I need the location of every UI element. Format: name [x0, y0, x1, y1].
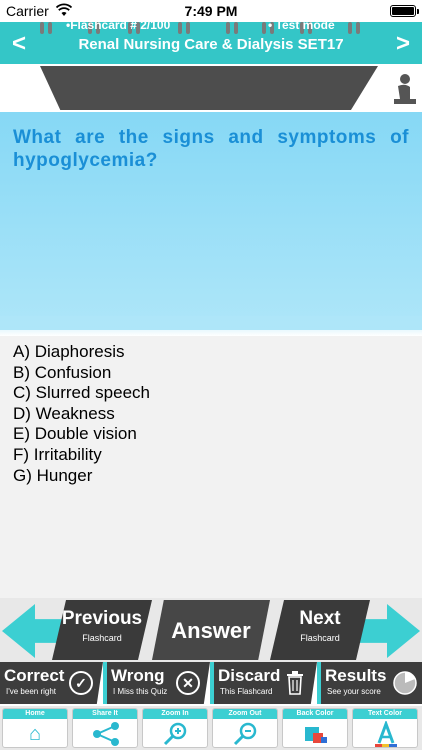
answer-panel: A) Diaphoresis B) Confusion C) Slurred s…	[0, 336, 422, 598]
pie-icon	[393, 671, 417, 695]
check-icon: ✓	[69, 671, 93, 695]
share-button[interactable]: Share It	[72, 708, 138, 748]
answer-option: F) Irritability	[13, 444, 102, 464]
share-icon	[93, 722, 119, 746]
home-button[interactable]: Home ⌂	[2, 708, 68, 748]
home-icon: ⌂	[28, 723, 42, 745]
wrong-sublabel: I Miss this Quiz	[113, 687, 168, 696]
text-color-button[interactable]: Text Color	[352, 708, 418, 748]
status-bar: Carrier 7:49 PM	[0, 0, 422, 22]
home-label: Home	[3, 709, 67, 719]
previous-set-button[interactable]: <	[4, 30, 34, 58]
text-color-icon	[375, 721, 397, 747]
back-color-button[interactable]: Back Color	[282, 708, 348, 748]
discard-sublabel: This Flashcard	[220, 687, 273, 696]
next-label: Next	[299, 608, 341, 629]
flashcard-counter: •Flashcard # 2/100	[66, 18, 171, 32]
question-panel: What are the signs and symptoms of hypog…	[0, 112, 422, 330]
previous-label: Previous	[61, 608, 143, 629]
person-icon[interactable]	[392, 72, 418, 106]
next-sublabel: Flashcard	[300, 633, 340, 643]
answer-option: A) Diaphoresis	[13, 342, 125, 361]
previous-sublabel: Flashcard	[82, 633, 122, 643]
mode-label: • Test mode	[268, 18, 335, 32]
zoom-out-icon	[233, 722, 257, 746]
correct-sublabel: I've been right	[6, 687, 57, 696]
answer-button[interactable]: Answer	[152, 600, 270, 660]
info-band	[40, 66, 378, 110]
divider	[210, 662, 214, 704]
status-time: 7:49 PM	[184, 3, 238, 19]
results-label: Results	[325, 666, 387, 685]
question-text: What are the signs and symptoms of hypog…	[13, 127, 409, 171]
correct-button[interactable]: Correct I've been right ✓	[0, 662, 103, 704]
zoom-in-button[interactable]: Zoom In	[142, 708, 208, 748]
question-edge	[0, 316, 422, 336]
wrong-label: Wrong	[111, 666, 165, 685]
zoom-in-icon	[163, 722, 187, 746]
discard-button[interactable]: Discard This Flashcard	[214, 662, 317, 704]
share-label: Share It	[73, 709, 137, 719]
previous-button[interactable]: Previous Flashcard	[52, 600, 152, 660]
discard-label: Discard	[218, 666, 281, 685]
results-button[interactable]: Results See your score	[321, 662, 422, 704]
battery-icon	[390, 5, 419, 17]
zoom-out-button[interactable]: Zoom Out	[212, 708, 278, 748]
palette-icon	[305, 727, 327, 743]
answer-option: E) Double vision	[13, 424, 137, 444]
next-set-button[interactable]: >	[388, 30, 418, 58]
divider	[103, 662, 107, 704]
answer-label: Answer	[171, 618, 251, 643]
answer-option: C) Slurred speech	[13, 383, 151, 403]
answer-option: G) Hunger	[13, 465, 93, 485]
answer-option: B) Confusion	[13, 362, 112, 382]
page-title: Renal Nursing Care & Dialysis SET17	[78, 36, 344, 53]
binder-rings	[0, 22, 422, 36]
trash-icon	[287, 671, 303, 695]
zoom-out-label: Zoom Out	[213, 709, 277, 719]
answer-list: A) Diaphoresis B) Confusion C) Slurred s…	[13, 342, 150, 486]
results-sublabel: See your score	[327, 687, 381, 696]
next-button[interactable]: Next Flashcard	[270, 600, 370, 660]
correct-label: Correct	[4, 666, 65, 685]
info-bar	[0, 64, 422, 112]
answer-option: D) Weakness	[13, 403, 115, 423]
close-icon: ✕	[176, 671, 200, 695]
zoom-in-label: Zoom In	[143, 709, 207, 719]
wrong-button[interactable]: Wrong I Miss this Quiz ✕	[107, 662, 210, 704]
back-color-label: Back Color	[283, 709, 347, 719]
text-color-label: Text Color	[353, 709, 417, 719]
